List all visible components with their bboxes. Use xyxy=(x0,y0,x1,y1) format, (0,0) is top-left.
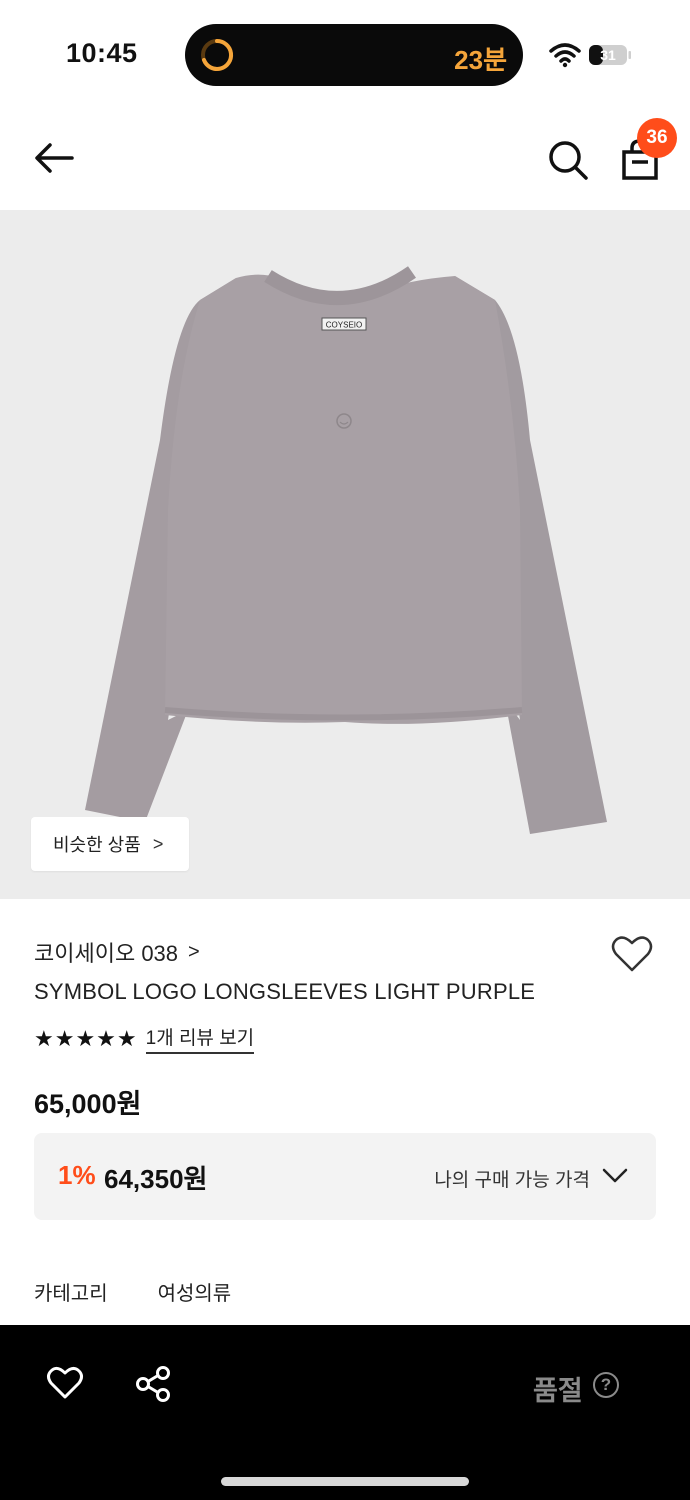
my-price-dropdown[interactable]: 1% 64,350원 나의 구매 가능 가격 xyxy=(34,1133,656,1220)
similar-products-label: 비슷한 상품 xyxy=(53,835,141,855)
review-link[interactable]: 1개 리뷰 보기 xyxy=(145,1023,255,1054)
chevron-right-icon: > xyxy=(188,940,200,963)
discount-rate: 1% xyxy=(58,1160,96,1190)
heart-icon[interactable] xyxy=(610,934,654,974)
top-nav xyxy=(0,110,690,210)
star-rating: ★★★★★ xyxy=(34,1025,138,1051)
category-value[interactable]: 여성의류 xyxy=(158,1277,232,1306)
product-name: SYMBOL LOGO LONGSLEEVES LIGHT PURPLE xyxy=(34,979,536,1004)
chevron-down-icon xyxy=(602,1168,628,1183)
heart-icon[interactable] xyxy=(46,1365,84,1401)
category-label: 카테고리 xyxy=(34,1283,108,1305)
battery-icon: 31 xyxy=(589,45,631,65)
back-arrow-icon[interactable] xyxy=(30,138,78,178)
help-icon[interactable]: ? xyxy=(593,1372,619,1398)
cart-count-badge: 36 xyxy=(637,118,677,158)
home-indicator[interactable] xyxy=(221,1477,469,1486)
dynamic-island[interactable]: 23분 xyxy=(185,24,523,86)
status-bar: 10:45 23분 31 xyxy=(0,0,690,110)
wifi-icon xyxy=(549,43,581,68)
my-price-label: 나의 구매 가능 가격 xyxy=(434,1170,590,1191)
sold-out-label: 품절 xyxy=(533,1376,583,1406)
share-icon[interactable] xyxy=(134,1365,172,1403)
search-icon[interactable] xyxy=(546,138,590,182)
product-image[interactable]: COYSEIO 비슷한 상품 > xyxy=(0,210,690,899)
product-photo-shirt: COYSEIO xyxy=(85,266,607,834)
timer-icon xyxy=(201,38,234,71)
brand-name: 코이세이오 038 xyxy=(34,941,179,966)
similar-products-button[interactable]: 비슷한 상품 > xyxy=(31,817,189,871)
shirt-tag-text: COYSEIO xyxy=(326,321,362,330)
status-time: 10:45 xyxy=(66,38,138,68)
battery-level: 31 xyxy=(600,47,616,63)
rating-row: ★★★★★ 1개 리뷰 보기 xyxy=(34,1023,255,1054)
discount-price: 64,350원 xyxy=(104,1164,208,1194)
bottom-action-bar: 품절 ? xyxy=(0,1325,690,1500)
timer-text: 23분 xyxy=(454,45,507,75)
original-price: 65,000원 xyxy=(34,1089,142,1119)
chevron-right-icon: > xyxy=(152,833,164,854)
brand-link[interactable]: 코이세이오 038 > xyxy=(34,936,200,968)
category-row: 카테고리 여성의류 xyxy=(34,1277,231,1306)
